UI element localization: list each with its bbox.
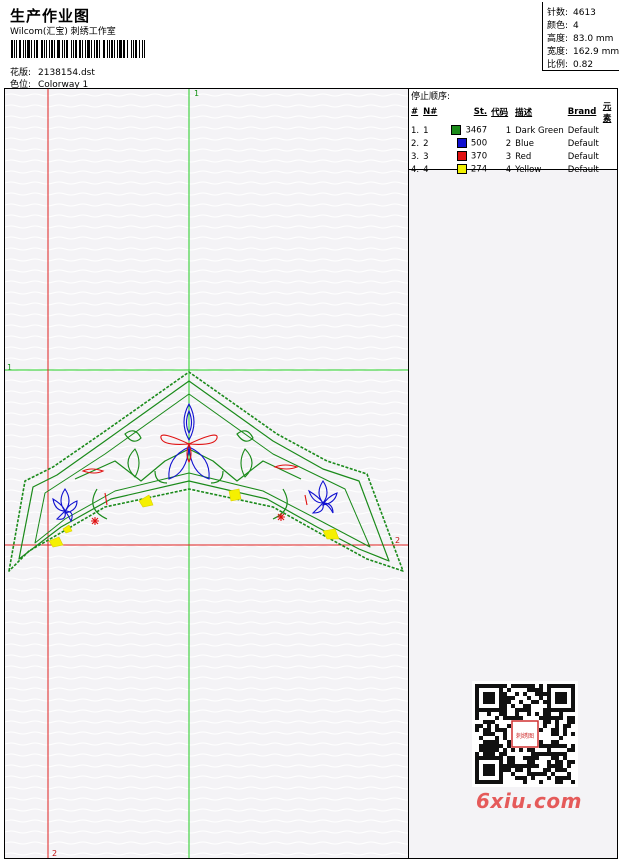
col-code: 代码 <box>491 108 509 118</box>
row-element <box>601 163 617 176</box>
row-index: 4. <box>411 164 420 175</box>
row-stitches: 3467 <box>465 125 488 136</box>
row-index: 2. <box>411 138 420 149</box>
stop-sequence-panel: 停止顺序: # N# St. 代码 描述 Brand 元素 1. 1 3467 1 Da… <box>409 89 617 175</box>
col-index: # <box>411 107 419 117</box>
color-swatch <box>456 138 467 149</box>
sheet-header: 生产作业图 Wilcom(汇宝) 刺绣工作室 花版: 2138154.dst 色位… <box>4 2 619 90</box>
row-stitches-cell: 3467 <box>449 124 489 137</box>
row-n: 2 <box>423 138 429 149</box>
guide-label-red-v: 2 <box>52 849 57 858</box>
row-code: 4 <box>505 164 512 175</box>
row-desc: Dark Green <box>515 125 564 136</box>
color-swatch <box>451 125 462 136</box>
row-brand: Default <box>567 125 599 136</box>
page-title: 生产作业图 <box>10 7 91 25</box>
row-desc: Blue <box>515 138 534 149</box>
row-stitches-cell: 370 <box>449 150 489 163</box>
guide-label-green-v: 1 <box>194 89 199 98</box>
color-swatch <box>456 151 467 162</box>
guide-label-green-h: 1 <box>7 363 12 372</box>
row-n: 1 <box>423 125 429 136</box>
col-desc: 描述 <box>515 108 533 118</box>
row-stitches: 500 <box>470 138 488 149</box>
row-brand: Default <box>567 151 599 162</box>
stat-stitches: 针数: 4613 <box>547 8 596 18</box>
row-stitches-cell: 500 <box>449 137 489 150</box>
qr-code: 刺绣图 <box>472 681 578 787</box>
table-row: 4. 4 274 4 Yellow Default <box>409 163 617 176</box>
row-index: 3. <box>411 151 420 162</box>
stat-width: 宽度: 162.9 mm <box>547 47 620 57</box>
studio-name: Wilcom(汇宝) 刺绣工作室 <box>10 27 116 37</box>
row-desc: Yellow <box>515 164 542 175</box>
row-code: 3 <box>505 151 512 162</box>
row-element <box>601 124 617 137</box>
guide-label-red-h: 2 <box>395 536 400 545</box>
row-index: 1. <box>411 125 420 136</box>
stat-height: 高度: 83.0 mm <box>547 34 614 44</box>
table-header-row: # N# St. 代码 描述 Brand 元素 <box>409 100 617 124</box>
row-element <box>601 137 617 150</box>
stat-colors: 颜色: 4 <box>547 21 579 31</box>
row-stitches: 370 <box>470 151 488 162</box>
row-desc: Red <box>515 151 532 162</box>
row-n: 4 <box>423 164 429 175</box>
row-code: 2 <box>505 138 512 149</box>
col-stitches: St. <box>473 107 488 117</box>
table-row: 2. 2 500 2 Blue Default <box>409 137 617 150</box>
col-brand: Brand <box>567 107 597 117</box>
color-swatch <box>456 164 467 175</box>
row-stitches: 274 <box>470 164 488 175</box>
table-row: 3. 3 370 3 Red Default <box>409 150 617 163</box>
barcode <box>11 40 145 58</box>
site-watermark: 6xiu.com <box>476 789 582 813</box>
stat-scale: 比例: 0.82 <box>547 60 594 70</box>
row-brand: Default <box>567 138 599 149</box>
row-brand: Default <box>567 164 599 175</box>
row-n: 3 <box>423 151 429 162</box>
stats-box: 针数: 4613 颜色: 4 高度: 83.0 mm 宽度: 162.9 mm 比例: 0… <box>542 2 619 71</box>
stop-sequence-table: # N# St. 代码 描述 Brand 元素 1. 1 3467 1 Dark Gre… <box>409 100 617 176</box>
row-element <box>601 150 617 163</box>
table-row: 1. 1 3467 1 Dark Green Default <box>409 124 617 137</box>
row-code: 1 <box>505 125 512 136</box>
col-element: 元素 <box>602 102 612 124</box>
panel-divider <box>408 88 409 859</box>
background-texture <box>5 93 408 856</box>
col-n: N# <box>423 107 438 117</box>
embroidery-design-canvas: 1 1 2 2 <box>5 89 408 858</box>
svg-text:刺绣图: 刺绣图 <box>516 732 534 740</box>
row-stitches-cell: 274 <box>449 163 489 176</box>
